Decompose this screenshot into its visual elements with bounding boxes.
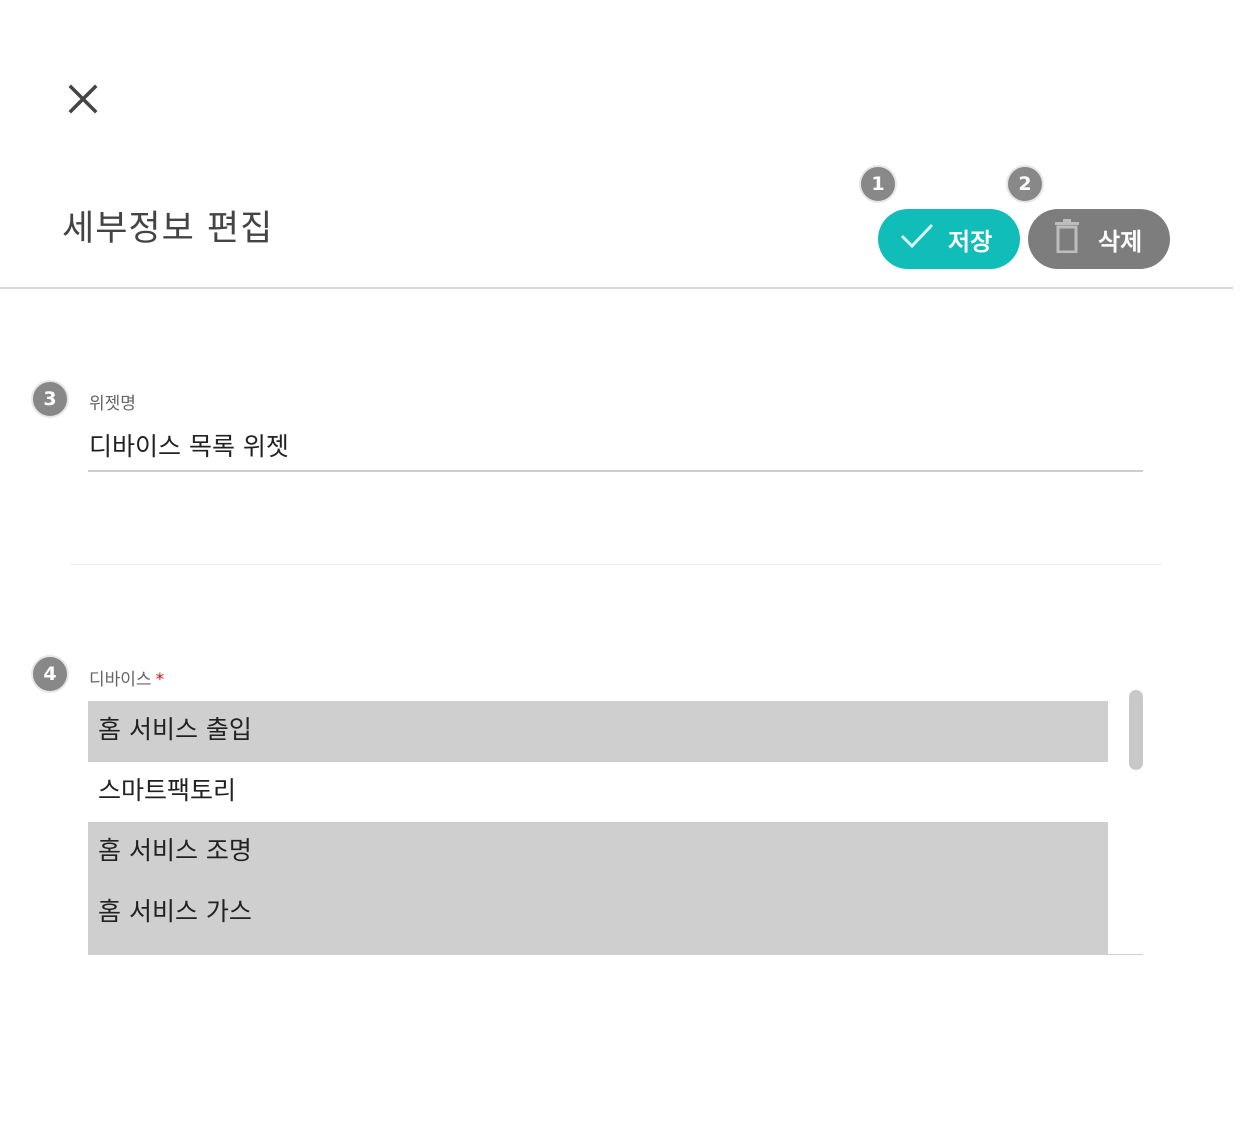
delete-button-label: 삭제 bbox=[1098, 227, 1143, 256]
section-divider bbox=[70, 564, 1162, 565]
device-list-item[interactable]: 스마트팩토리 bbox=[88, 762, 1108, 823]
device-list-item[interactable]: 홈 서비스 조명 bbox=[88, 822, 1108, 883]
save-button-label: 저장 bbox=[948, 227, 993, 256]
check-icon bbox=[900, 222, 934, 256]
widget-name-input[interactable] bbox=[88, 420, 1143, 472]
page-title: 세부정보 편집 bbox=[62, 209, 274, 249]
save-step-badge: 1 bbox=[859, 165, 897, 203]
delete-step-badge: 2 bbox=[1006, 165, 1044, 203]
device-list[interactable]: 홈 서비스 출입 스마트팩토리 홈 서비스 조명 홈 서비스 가스 bbox=[88, 701, 1108, 955]
widget-name-step-badge: 3 bbox=[31, 380, 69, 418]
required-mark: * bbox=[155, 670, 165, 690]
delete-button[interactable]: 삭제 bbox=[1028, 209, 1170, 269]
trash-icon bbox=[1054, 219, 1080, 259]
save-button[interactable]: 저장 bbox=[878, 209, 1020, 269]
device-list-scrollbar[interactable] bbox=[1129, 690, 1143, 770]
device-list-item[interactable]: 홈 서비스 출입 bbox=[88, 701, 1108, 762]
device-list-bottom-border bbox=[88, 954, 1143, 955]
devices-step-badge: 4 bbox=[31, 655, 69, 693]
widget-name-label: 위젯명 bbox=[89, 394, 136, 414]
close-icon bbox=[68, 84, 98, 114]
close-button[interactable] bbox=[62, 78, 104, 120]
header-divider bbox=[0, 287, 1233, 289]
devices-label-text: 디바이스 bbox=[89, 670, 152, 690]
device-list-item[interactable]: 홈 서비스 가스 bbox=[88, 882, 1108, 943]
devices-label: 디바이스 * bbox=[89, 665, 164, 690]
